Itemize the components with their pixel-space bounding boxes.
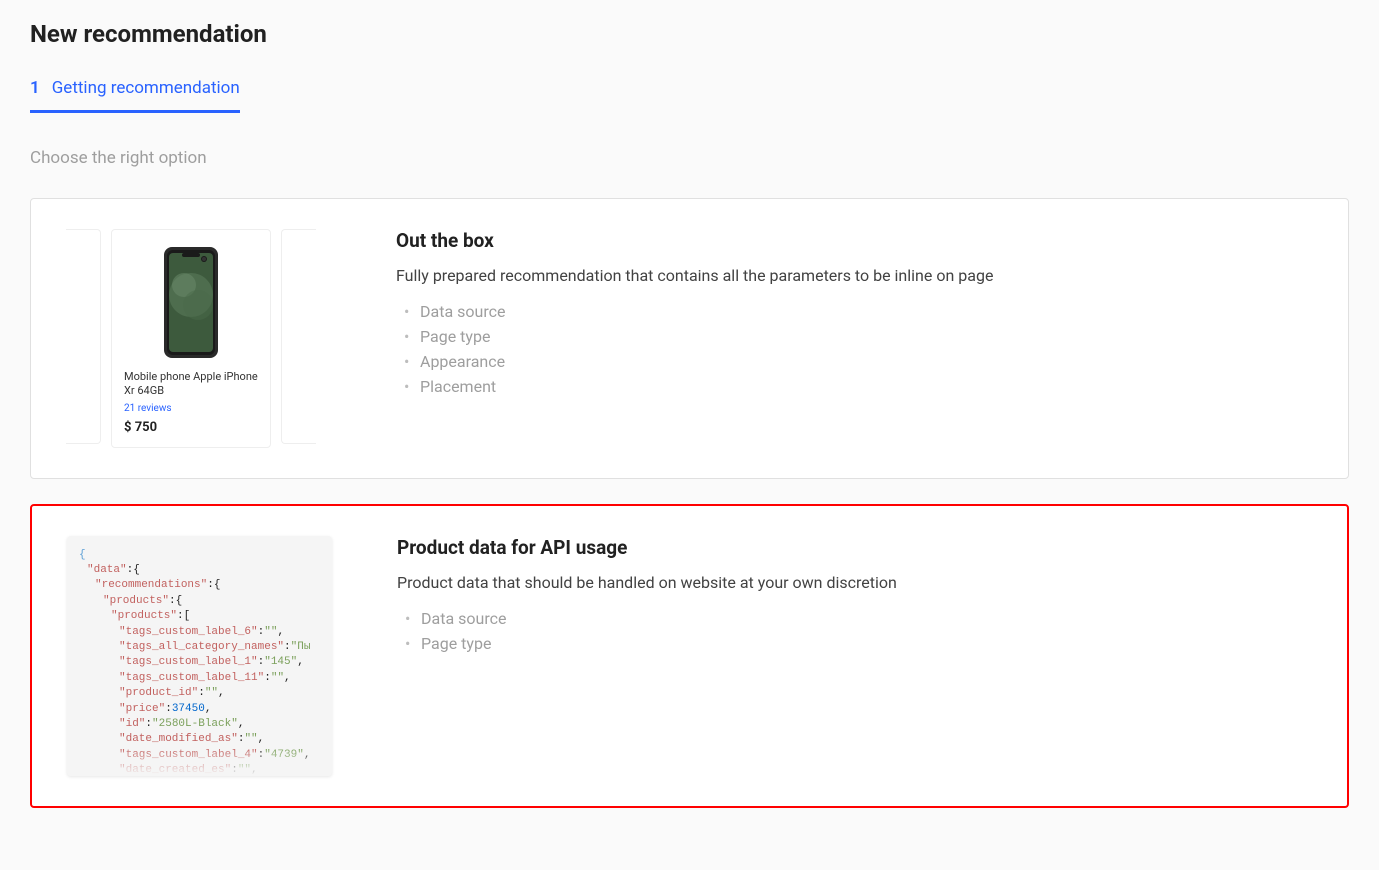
- bullet-item: Page type: [396, 324, 1313, 349]
- tab-label: Getting recommendation: [52, 78, 240, 98]
- preview-code: {"data":{"recommendations":{"products":{…: [67, 536, 347, 776]
- product-reviews: 21 reviews: [124, 403, 258, 414]
- bullet-item: Data source: [396, 299, 1313, 324]
- option-content: Product data for API usage Product data …: [397, 536, 1312, 776]
- tab-number: 1: [30, 78, 40, 98]
- phone-icon: [156, 245, 226, 360]
- tab-getting-recommendation[interactable]: 1 Getting recommendation: [30, 78, 240, 113]
- product-card: Mobile phone Apple iPhone Xr 64GB 21 rev…: [111, 229, 271, 448]
- option-description: Fully prepared recommendation that conta…: [396, 266, 1313, 285]
- code-preview: {"data":{"recommendations":{"products":{…: [67, 536, 332, 776]
- option-description: Product data that should be handled on w…: [397, 573, 1312, 592]
- tabs: 1 Getting recommendation: [30, 78, 1349, 113]
- bullet-item: Data source: [397, 606, 1312, 631]
- bullet-item: Placement: [396, 374, 1313, 399]
- product-card-partial-right: [281, 229, 316, 444]
- option-out-the-box[interactable]: Mobile phone Apple iPhone Xr 64GB 21 rev…: [30, 198, 1349, 479]
- bullet-item: Page type: [397, 631, 1312, 656]
- option-product-data-api[interactable]: {"data":{"recommendations":{"products":{…: [30, 504, 1349, 808]
- subtitle: Choose the right option: [30, 148, 1349, 168]
- option-content: Out the box Fully prepared recommendatio…: [396, 229, 1313, 448]
- option-title: Out the box: [396, 229, 1313, 252]
- product-name: Mobile phone Apple iPhone Xr 64GB: [124, 370, 258, 399]
- option-title: Product data for API usage: [397, 536, 1312, 559]
- page-title: New recommendation: [30, 20, 1349, 48]
- preview-product: Mobile phone Apple iPhone Xr 64GB 21 rev…: [66, 229, 346, 448]
- bullet-item: Appearance: [396, 349, 1313, 374]
- phone-image: [124, 242, 258, 362]
- product-card-partial-left: [66, 229, 101, 444]
- option-bullets: Data source Page type: [397, 606, 1312, 656]
- product-price: $ 750: [124, 420, 258, 435]
- option-bullets: Data source Page type Appearance Placeme…: [396, 299, 1313, 399]
